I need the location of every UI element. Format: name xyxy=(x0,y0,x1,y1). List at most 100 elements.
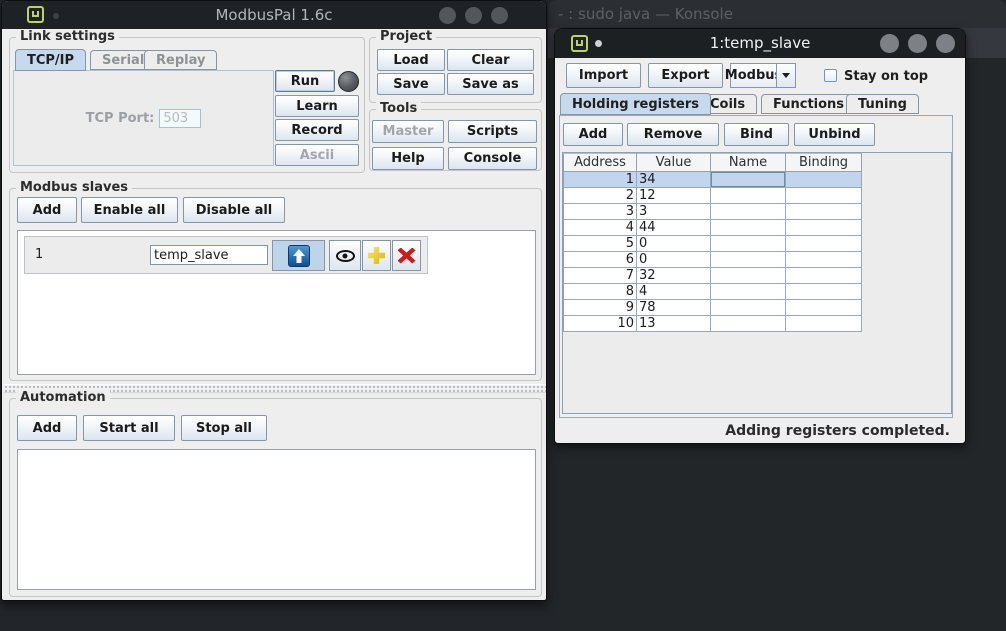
slave-row[interactable]: 1 xyxy=(24,236,428,274)
save-as-button[interactable]: Save as xyxy=(447,73,534,95)
cell-binding[interactable] xyxy=(786,236,862,252)
column-header-value[interactable]: Value xyxy=(637,154,711,172)
cell-value[interactable]: 0 xyxy=(637,252,711,268)
register-bind-button[interactable]: Bind xyxy=(724,123,789,146)
ascii-button[interactable]: Ascii xyxy=(275,144,359,166)
tab-holding-registers[interactable]: Holding registers xyxy=(560,93,711,115)
scripts-button[interactable]: Scripts xyxy=(448,120,537,143)
konsole-titlebar[interactable]: - : sudo java — Konsole xyxy=(548,0,1006,28)
load-button[interactable]: Load xyxy=(377,49,445,71)
save-button[interactable]: Save xyxy=(377,73,445,95)
tab-functions[interactable]: Functions xyxy=(761,94,856,114)
minimize-button[interactable] xyxy=(439,7,456,24)
tab-tuning[interactable]: Tuning xyxy=(846,94,919,114)
close-button[interactable] xyxy=(491,7,508,24)
cell-binding[interactable] xyxy=(786,172,862,188)
cell-name[interactable] xyxy=(711,220,786,236)
cell-binding[interactable] xyxy=(786,204,862,220)
stay-on-top-checkbox[interactable] xyxy=(824,69,837,82)
automation-add-button[interactable]: Add xyxy=(17,415,77,441)
cell-address[interactable]: 10 xyxy=(564,316,637,332)
clear-button[interactable]: Clear xyxy=(447,49,534,71)
cell-address[interactable]: 2 xyxy=(564,188,637,204)
maximize-button[interactable] xyxy=(465,7,482,24)
table-row[interactable]: 1 34 xyxy=(564,172,862,188)
column-header-name[interactable]: Name xyxy=(711,154,786,172)
disable-all-button[interactable]: Disable all xyxy=(183,197,285,223)
cell-name[interactable] xyxy=(711,204,786,220)
dropdown-arrow-button[interactable] xyxy=(776,64,795,87)
console-button[interactable]: Console xyxy=(448,147,537,170)
cell-binding[interactable] xyxy=(786,284,862,300)
table-row[interactable]: 6 0 xyxy=(564,252,862,268)
cell-name[interactable] xyxy=(711,268,786,284)
table-row[interactable]: 3 3 xyxy=(564,204,862,220)
table-row[interactable]: 2 12 xyxy=(564,188,862,204)
cell-binding[interactable] xyxy=(786,316,862,332)
cell-address[interactable]: 1 xyxy=(564,172,637,188)
cell-value[interactable]: 34 xyxy=(637,172,711,188)
run-button[interactable]: Run xyxy=(275,70,335,92)
register-add-button[interactable]: Add xyxy=(563,123,623,146)
cell-value[interactable]: 78 xyxy=(637,300,711,316)
cell-value[interactable]: 4 xyxy=(637,284,711,300)
close-button[interactable] xyxy=(936,34,955,53)
enable-all-button[interactable]: Enable all xyxy=(81,197,178,223)
cell-address[interactable]: 9 xyxy=(564,300,637,316)
cell-value[interactable]: 0 xyxy=(637,236,711,252)
slave-duplicate-button[interactable] xyxy=(362,240,391,271)
cell-name[interactable] xyxy=(711,284,786,300)
cell-name[interactable] xyxy=(711,316,786,332)
cell-binding[interactable] xyxy=(786,300,862,316)
table-row[interactable]: 4 44 xyxy=(564,220,862,236)
cell-value[interactable]: 13 xyxy=(637,316,711,332)
tab-tcpip[interactable]: TCP/IP xyxy=(15,49,86,71)
slave-name-input[interactable] xyxy=(150,245,268,265)
cell-name[interactable] xyxy=(711,172,786,188)
slave-view-button[interactable] xyxy=(329,240,361,271)
register-table-scrollpane[interactable]: Address Value Name Binding 1 34 2 12 xyxy=(562,152,952,414)
cell-name[interactable] xyxy=(711,188,786,204)
column-header-address[interactable]: Address xyxy=(564,154,637,172)
cell-value[interactable]: 44 xyxy=(637,220,711,236)
stop-all-button[interactable]: Stop all xyxy=(181,415,267,441)
slave-delete-button[interactable] xyxy=(392,240,421,271)
master-button[interactable]: Master xyxy=(372,120,444,143)
cell-address[interactable]: 6 xyxy=(564,252,637,268)
table-row[interactable]: 7 32 xyxy=(564,268,862,284)
tab-replay[interactable]: Replay xyxy=(144,50,217,70)
slave-add-button[interactable]: Add xyxy=(17,197,77,223)
minimize-button[interactable] xyxy=(880,34,899,53)
tcp-port-input[interactable] xyxy=(159,109,201,128)
table-row[interactable]: 5 0 xyxy=(564,236,862,252)
cell-name[interactable] xyxy=(711,252,786,268)
cell-address[interactable]: 5 xyxy=(564,236,637,252)
learn-button[interactable]: Learn xyxy=(275,95,359,117)
cell-value[interactable]: 3 xyxy=(637,204,711,220)
column-header-binding[interactable]: Binding xyxy=(786,154,862,172)
cell-address[interactable]: 4 xyxy=(564,220,637,236)
slave-titlebar[interactable]: 1:temp_slave xyxy=(555,29,965,58)
start-all-button[interactable]: Start all xyxy=(83,415,175,441)
maximize-button[interactable] xyxy=(908,34,927,53)
modbuspal-titlebar[interactable]: ModbusPal 1.6c xyxy=(2,1,546,29)
import-button[interactable]: Import xyxy=(566,63,641,88)
cell-name[interactable] xyxy=(711,236,786,252)
cell-binding[interactable] xyxy=(786,220,862,236)
table-row[interactable]: 9 78 xyxy=(564,300,862,316)
cell-address[interactable]: 3 xyxy=(564,204,637,220)
export-button[interactable]: Export xyxy=(648,63,723,88)
record-button[interactable]: Record xyxy=(275,119,359,141)
cell-address[interactable]: 8 xyxy=(564,284,637,300)
register-unbind-button[interactable]: Unbind xyxy=(794,123,875,146)
protocol-dropdown[interactable]: Modbus xyxy=(730,63,796,88)
slave-enabled-toggle[interactable] xyxy=(272,240,325,271)
cell-value[interactable]: 32 xyxy=(637,268,711,284)
cell-binding[interactable] xyxy=(786,268,862,284)
cell-address[interactable]: 7 xyxy=(564,268,637,284)
cell-value[interactable]: 12 xyxy=(637,188,711,204)
table-row[interactable]: 10 13 xyxy=(564,316,862,332)
help-button[interactable]: Help xyxy=(372,147,444,170)
cell-name[interactable] xyxy=(711,300,786,316)
table-row[interactable]: 8 4 xyxy=(564,284,862,300)
